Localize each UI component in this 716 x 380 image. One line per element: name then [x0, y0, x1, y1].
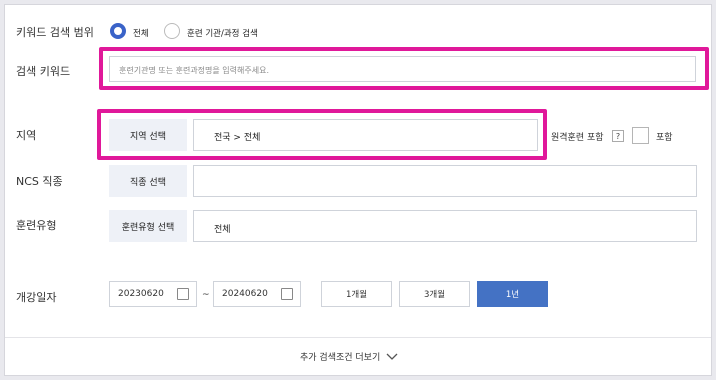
help-icon[interactable]: ?: [612, 130, 624, 142]
period-1-month-button[interactable]: 1개월: [321, 281, 392, 307]
radio-institution-course-label[interactable]: 훈련 기관/과정 검색: [187, 27, 258, 39]
section-divider: [5, 337, 711, 338]
date-range-separator: ~: [202, 290, 210, 300]
training-type-label: 훈련유형: [16, 219, 57, 232]
search-keyword-placeholder: 훈련기관명 또는 훈련과정명을 입력해주세요.: [119, 66, 270, 75]
period-3-months-button[interactable]: 3개월: [399, 281, 470, 307]
region-label: 지역: [16, 129, 37, 142]
ncs-label: NCS 직종: [16, 175, 63, 188]
region-value: 전국 > 전체: [214, 133, 261, 143]
region-select-button[interactable]: 지역 선택: [109, 119, 187, 151]
more-conditions-toggle[interactable]: 추가 검색조건 더보기: [300, 350, 398, 363]
training-type-value: 전체: [214, 225, 231, 235]
region-value-field[interactable]: 전국 > 전체: [193, 119, 538, 151]
remote-include-checkbox[interactable]: [632, 127, 649, 144]
search-keyword-label: 검색 키워드: [16, 65, 71, 78]
search-keyword-input[interactable]: 훈련기관명 또는 훈련과정명을 입력해주세요.: [109, 56, 696, 82]
keyword-scope-label: 키워드 검색 범위: [16, 26, 94, 39]
ncs-value-field[interactable]: [193, 165, 697, 197]
radio-all-label[interactable]: 전체: [133, 27, 149, 39]
start-date-from-value: 20230620: [118, 289, 164, 299]
chevron-down-icon: [386, 353, 398, 360]
calendar-icon[interactable]: [281, 288, 293, 300]
period-1-year-button[interactable]: 1년: [477, 281, 548, 307]
start-date-to-value: 20240620: [222, 289, 268, 299]
radio-institution-course[interactable]: [164, 23, 180, 39]
radio-all[interactable]: [110, 23, 126, 39]
remote-training-label: 원격훈련 포함: [551, 133, 604, 143]
start-date-label: 개강일자: [16, 291, 57, 304]
calendar-icon[interactable]: [177, 288, 189, 300]
training-type-value-field[interactable]: 전체: [193, 210, 697, 242]
remote-include-label: 포함: [656, 133, 673, 143]
more-conditions-label: 추가 검색조건 더보기: [300, 353, 381, 363]
training-type-select-button[interactable]: 훈련유형 선택: [109, 210, 187, 242]
ncs-select-button[interactable]: 직종 선택: [109, 165, 187, 197]
